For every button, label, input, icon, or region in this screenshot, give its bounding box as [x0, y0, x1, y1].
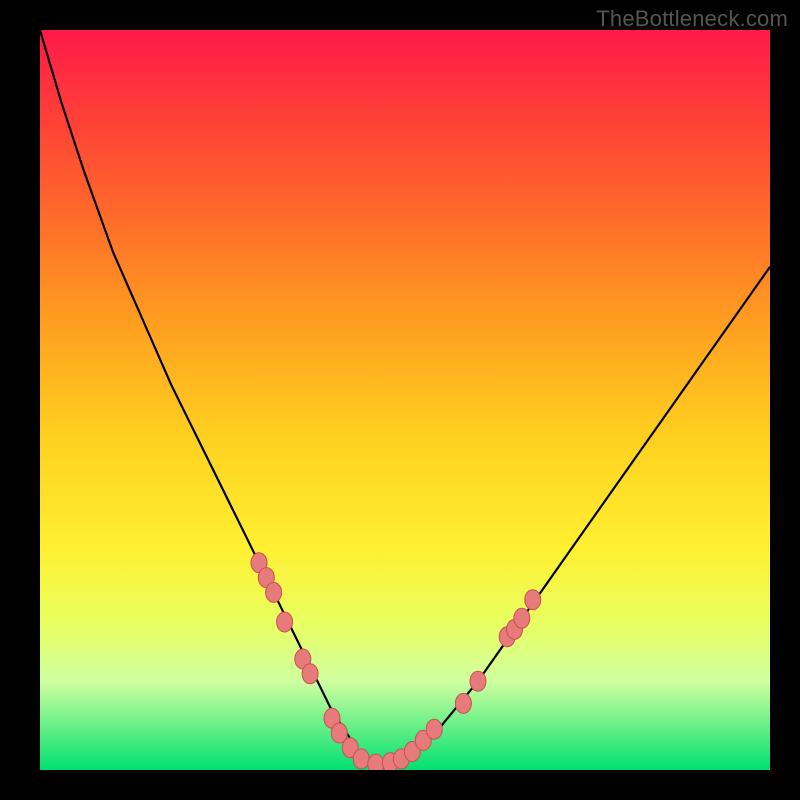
watermark-text: TheBottleneck.com	[596, 6, 788, 32]
chart-background	[40, 30, 770, 770]
